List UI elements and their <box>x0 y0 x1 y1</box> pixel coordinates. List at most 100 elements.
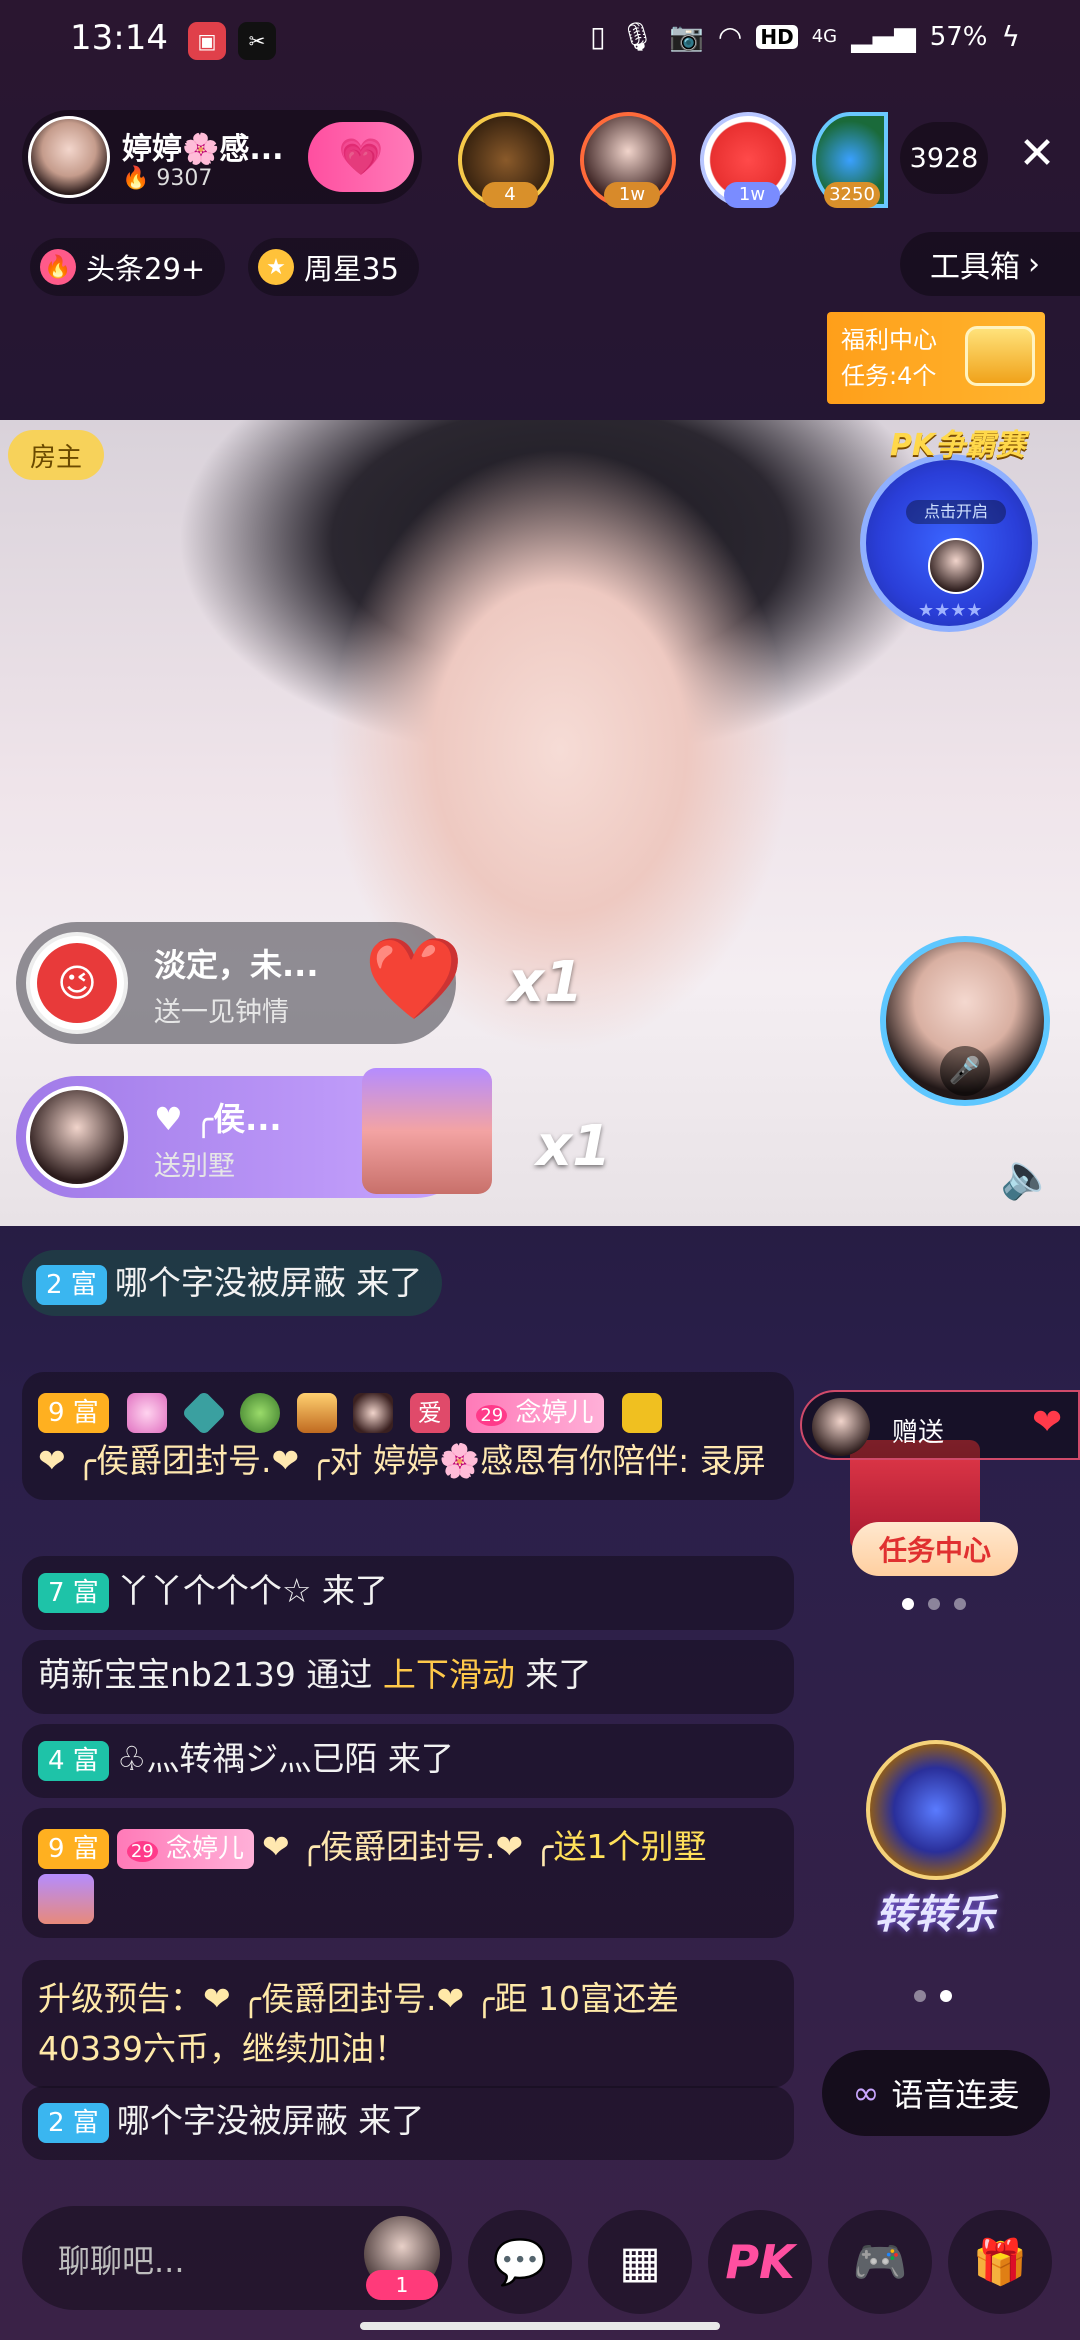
capcut-icon: ✂ <box>238 22 276 60</box>
pk-stars: ★★★★ <box>918 600 983 621</box>
villa-gift-icon <box>362 1068 492 1194</box>
fan-badge: 29 念婷儿 <box>466 1392 604 1433</box>
pk-title: PK争霸赛 <box>890 428 1026 463</box>
love-badge: 爱 <box>409 1392 450 1433</box>
top-viewer-3[interactable]: 1w <box>700 112 796 208</box>
wifi-icon: ◠ <box>717 20 743 53</box>
headline-chip[interactable]: 🔥 头条29+ <box>30 238 226 296</box>
viewer-tag: 1w <box>604 182 660 208</box>
viewer-count[interactable]: 3928 <box>900 122 988 194</box>
gift-multiplier: x1 <box>536 1114 612 1179</box>
message-icon[interactable]: 💬 <box>468 2210 572 2314</box>
mic-icon[interactable]: 🎤 <box>940 1046 990 1096</box>
gift-name: 送别墅 <box>154 1151 235 1182</box>
host-avatar[interactable] <box>28 116 110 198</box>
voice-link-label: 语音连麦 <box>891 2076 1020 2114</box>
chat-suffix: 来了 <box>514 1655 592 1694</box>
wheel-icon <box>866 1740 1006 1880</box>
chat-placeholder: 聊聊吧... <box>58 2242 185 2280</box>
volume-icon[interactable]: 🔈 <box>1000 1150 1055 1202</box>
toolbox-label: 工具箱 <box>930 250 1020 285</box>
gem-icon <box>181 1389 227 1436</box>
status-bar: 13:14 ▣ ✂ ▯ 🎙 📷 ◠ HD 4G ▂▄▆ 57% ϟ <box>0 0 1080 84</box>
top-viewer-4[interactable]: 3250 <box>812 112 888 208</box>
gift-name: 送一见钟情 <box>154 997 289 1028</box>
chat-user: 萌新宝宝nb2139 通过 <box>38 1655 383 1694</box>
task-center-panel[interactable]: 赠送 ❤ 任务中心 <box>800 1390 1080 1590</box>
weekly-star-label: 周星35 <box>304 252 399 286</box>
level-badge: 2 富 <box>36 1264 107 1305</box>
treasure-chest-icon <box>965 326 1035 386</box>
chat-join-message[interactable]: 2 富哪个字没被屏蔽 来了 <box>22 2086 794 2160</box>
chat-action: 上下滑动 <box>382 1655 515 1694</box>
chat-join-message[interactable]: 2 富哪个字没被屏蔽 来了 <box>22 1250 443 1316</box>
chat-text: 哪个字没被屏蔽 来了 <box>116 2101 425 2140</box>
signal-icon: ▂▄▆ <box>851 20 916 53</box>
chat-text: 哪个字没被屏蔽 来了 <box>114 1263 423 1302</box>
chat-text: 升级预告：❤ ╭侯爵团封号.❤ ╭距 10富还差40339六币，继续加油！ <box>38 1979 679 2068</box>
chat-message[interactable]: 9 富 爱 29 念婷儿 ❤ ╭侯爵团封号.❤ ╭对 婷婷🌸感恩有你陪伴: 录屏 <box>22 1372 794 1500</box>
gift-box-icon <box>296 1392 337 1433</box>
welfare-center[interactable]: 福利中心 任务:4个 <box>827 312 1045 404</box>
vibrate-icon: ▯ <box>590 20 606 53</box>
level-badge: 4 富 <box>38 1740 109 1781</box>
battery-percent: 57% <box>929 21 988 52</box>
chat-input[interactable]: 聊聊吧... 1 <box>22 2206 452 2310</box>
chat-text: ♧灬转禑ジ灬已陌 来了 <box>116 1739 454 1778</box>
mic-icon: 🎙 <box>619 20 656 53</box>
fan-badge: 29 念婷儿 <box>116 1828 254 1869</box>
chat-system-message[interactable]: 升级预告：❤ ╭侯爵团封号.❤ ╭距 10富还差40339六币，继续加油！ <box>22 1960 794 2088</box>
wink-face-icon: 😉 <box>37 943 117 1023</box>
sender-avatar <box>812 1398 870 1456</box>
gift-sender: 淡定，未... <box>154 946 319 984</box>
game-controller-icon[interactable]: 🎮 <box>828 2210 932 2314</box>
gift-send-label: 赠送 <box>892 1418 945 1448</box>
voice-link-button[interactable]: ∞ 语音连麦 <box>822 2050 1050 2136</box>
couple-avatar-icon <box>353 1392 394 1433</box>
pk-circle: 点击开启 ★★★★ <box>860 454 1038 632</box>
link-icon: ∞ <box>852 2074 880 2112</box>
diamond-heart-icon <box>127 1392 168 1433</box>
camera-icon: 📷 <box>669 20 704 53</box>
chat-gift-message[interactable]: 9 富 29 念婷儿 ❤ ╭侯爵团封号.❤ ╭送1个别墅 <box>22 1808 794 1938</box>
toolbox-button[interactable]: 工具箱 › <box>900 232 1080 296</box>
gift-sender: ♥ ╭侯... <box>154 1100 282 1138</box>
wheel-label: 转转乐 <box>875 1892 995 1938</box>
chat-join-message[interactable]: 4 富 ♧灬转禑ジ灬已陌 来了 <box>22 1724 794 1798</box>
level-badge: 2 富 <box>38 2102 109 2143</box>
follow-button[interactable]: 💗 <box>308 122 414 192</box>
star-icon: ★ <box>258 249 294 285</box>
grid-menu-icon[interactable]: ▦ <box>588 2210 692 2314</box>
gift-notification: 😉 淡定，未... 送一见钟情 ❤️ x1 <box>16 922 583 1044</box>
lucky-wheel[interactable]: 转转乐 <box>850 1740 1020 1940</box>
flame-icon: 🔥 <box>122 166 150 191</box>
pk-widget[interactable]: 点击开启 ★★★★ PK争霸赛 <box>860 420 1040 632</box>
cohost-avatar[interactable]: 🎤 <box>880 936 1050 1106</box>
status-time: 13:14 <box>70 18 168 58</box>
fan-badge-name: 念婷儿 <box>515 1397 594 1428</box>
host-info[interactable]: 婷婷🌸感... 🔥 9307 💗 <box>22 110 422 204</box>
level-badge: 9 富 <box>38 1828 109 1869</box>
top-viewer-2[interactable]: 1w <box>580 112 676 208</box>
weekly-star-chip[interactable]: ★ 周星35 <box>248 238 419 296</box>
gift-multiplier: x1 <box>508 950 584 1015</box>
headline-label: 头条29+ <box>86 252 206 286</box>
host-name: 婷婷🌸感... <box>122 132 284 167</box>
chat-join-message[interactable]: 7 富丫丫个个个☆ 来了 <box>22 1556 794 1630</box>
level-badge: 9 富 <box>38 1392 109 1433</box>
gift-icon[interactable]: 🎁 <box>948 2210 1052 2314</box>
chat-join-message[interactable]: 萌新宝宝nb2139 通过 上下滑动 来了 <box>22 1640 794 1714</box>
task-center-button[interactable]: 任务中心 <box>852 1522 1018 1576</box>
chat-user: ❤ ╭侯爵团封号.❤ ╭ <box>262 1827 554 1866</box>
sender-avatar: 😉 <box>26 932 128 1034</box>
network-label: 4G <box>811 26 838 47</box>
close-icon[interactable]: ✕ <box>1010 126 1064 180</box>
wheel-pager <box>914 1990 952 2002</box>
heart-icon: ❤ <box>1032 1402 1063 1443</box>
pk-button[interactable]: PK <box>708 2210 812 2314</box>
home-indicator[interactable] <box>360 2322 720 2330</box>
fan-badge-level: 29 <box>476 1404 508 1426</box>
fan-badge-level: 29 <box>126 1840 158 1862</box>
chat-gift: 送1个别墅 <box>553 1827 707 1866</box>
top-viewer-1[interactable]: 4 <box>458 112 554 208</box>
